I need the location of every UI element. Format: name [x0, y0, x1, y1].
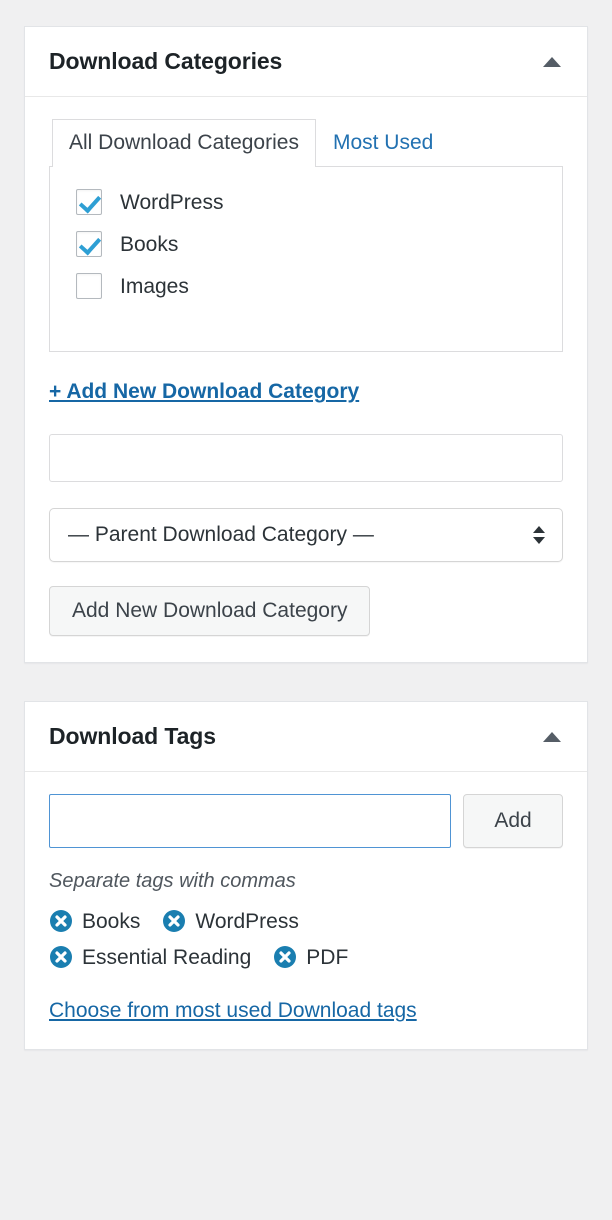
download-categories-body: All Download Categories Most Used WordPr… [25, 97, 587, 662]
download-categories-title: Download Categories [49, 47, 283, 74]
tag-entry-row: Add [49, 794, 563, 849]
tab-all-download-categories[interactable]: All Download Categories [52, 119, 316, 169]
tag-list: Books WordPress Essential Reading PDF [49, 909, 439, 969]
tag-label: Books [82, 909, 141, 933]
tag-chip-essential-reading[interactable]: Essential Reading [49, 945, 251, 969]
tag-label: PDF [306, 945, 349, 969]
add-new-download-category-button[interactable]: Add New Download Category [49, 586, 371, 637]
category-tabs: All Download Categories Most Used [49, 119, 563, 169]
collapse-download-tags-button[interactable] [539, 726, 565, 748]
tag-input[interactable] [49, 794, 451, 849]
download-tags-title: Download Tags [49, 722, 216, 749]
tag-chip-books[interactable]: Books [49, 909, 140, 933]
download-tags-panel: Download Tags Add Separate tags with com… [24, 701, 588, 1051]
category-item-books[interactable]: Books [76, 231, 562, 258]
category-item-images[interactable]: Images [76, 273, 562, 300]
parent-category-select[interactable]: — Parent Download Category — [49, 508, 563, 563]
checkbox-wordpress[interactable] [76, 189, 102, 216]
admin-sidebar-panels: Download Categories All Download Categor… [0, 0, 612, 1220]
tag-hint-text: Separate tags with commas [49, 870, 296, 893]
circle-x-icon[interactable] [162, 909, 186, 933]
triangle-up-icon [543, 731, 561, 742]
choose-most-used-tags-link[interactable]: Choose from most used Download tags [49, 999, 417, 1023]
circle-x-icon[interactable] [49, 945, 73, 969]
download-categories-panel: Download Categories All Download Categor… [24, 26, 588, 664]
tag-chip-pdf[interactable]: PDF [273, 945, 348, 969]
category-label-images[interactable]: Images [120, 276, 189, 297]
tag-label: Essential Reading [82, 945, 252, 969]
download-tags-body: Add Separate tags with commas Books Word… [25, 772, 587, 1049]
category-checklist[interactable]: WordPress Books Images [49, 166, 563, 353]
new-category-name-input[interactable] [49, 434, 563, 483]
collapse-download-categories-button[interactable] [539, 51, 565, 73]
circle-x-icon[interactable] [273, 945, 297, 969]
tab-most-used[interactable]: Most Used [316, 119, 450, 167]
add-tag-button[interactable]: Add [463, 794, 563, 849]
tag-chip-wordpress[interactable]: WordPress [162, 909, 299, 933]
category-label-books[interactable]: Books [120, 234, 178, 255]
download-categories-header: Download Categories [25, 27, 587, 97]
triangle-up-icon [543, 56, 561, 67]
tag-label: WordPress [195, 909, 299, 933]
circle-x-icon[interactable] [49, 909, 73, 933]
checkbox-books[interactable] [76, 231, 102, 258]
add-new-download-category-link[interactable]: + Add New Download Category [49, 380, 359, 404]
download-tags-header: Download Tags [25, 702, 587, 773]
category-item-wordpress[interactable]: WordPress [76, 189, 562, 216]
parent-category-select-wrapper[interactable]: — Parent Download Category — [49, 508, 563, 563]
checkbox-images[interactable] [76, 273, 102, 300]
category-label-wordpress[interactable]: WordPress [120, 192, 223, 213]
